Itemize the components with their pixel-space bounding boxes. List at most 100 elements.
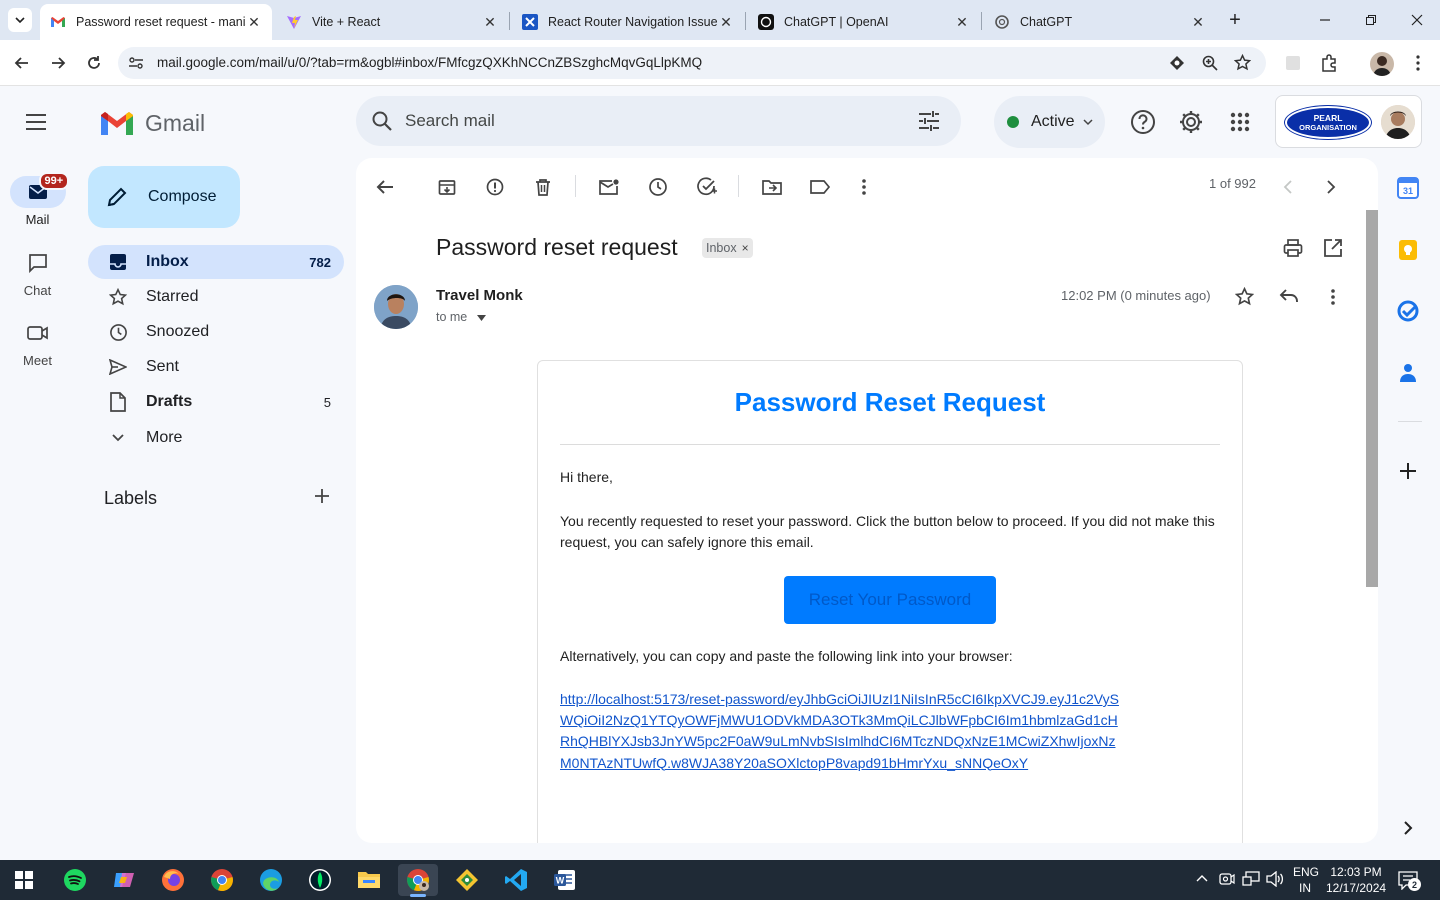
newer-button[interactable] <box>1275 174 1301 200</box>
nav-sent[interactable]: Sent <box>88 350 344 384</box>
open-new-window-button[interactable] <box>1323 238 1343 258</box>
get-addons-button[interactable] <box>1396 459 1420 483</box>
main-menu-button[interactable] <box>24 112 48 132</box>
nav-snoozed[interactable]: Snoozed <box>88 315 344 349</box>
tab-gmail[interactable]: Password reset request - manis ✕ <box>40 4 272 40</box>
recipient-details[interactable]: to me <box>436 310 486 324</box>
address-bar[interactable]: mail.google.com/mail/u/0/?tab=rm&ogbl#in… <box>118 47 1266 79</box>
tab-chatgpt-openai[interactable]: ChatGPT | OpenAI ✕ <box>748 4 980 40</box>
older-button[interactable] <box>1318 174 1344 200</box>
hide-side-panel-button[interactable] <box>1396 816 1420 840</box>
language-indicator[interactable]: ENG IN <box>1293 864 1319 896</box>
extension-puzzle-grey-icon[interactable] <box>1282 52 1304 74</box>
search-input[interactable]: Search mail <box>405 111 495 131</box>
tab-close-icon[interactable]: ✕ <box>1190 14 1206 31</box>
google-apps-button[interactable] <box>1225 107 1255 137</box>
notification-center[interactable]: 2 <box>1398 870 1421 891</box>
compose-label: Compose <box>148 188 217 205</box>
rail-chat[interactable]: Chat <box>0 247 75 298</box>
rail-mail[interactable]: 99+ Mail <box>0 172 75 227</box>
show-hidden-icons[interactable] <box>1196 874 1208 882</box>
taskbar-file-explorer[interactable] <box>349 864 389 896</box>
extensions-icon[interactable] <box>1318 52 1340 74</box>
taskbar-chrome-active[interactable] <box>398 864 438 897</box>
profile-avatar[interactable] <box>1370 52 1394 76</box>
extension-icon[interactable] <box>1169 55 1185 71</box>
move-to-button[interactable] <box>759 174 785 200</box>
search-options-icon[interactable] <box>918 111 940 131</box>
print-button[interactable] <box>1283 238 1303 258</box>
snooze-button[interactable] <box>645 174 671 200</box>
taskbar-firefox[interactable] <box>153 864 193 896</box>
reply-button[interactable] <box>1279 288 1299 304</box>
remove-label-icon[interactable]: × <box>742 241 749 255</box>
taskbar-chrome[interactable] <box>202 864 242 896</box>
back-button[interactable] <box>11 52 33 74</box>
settings-button[interactable] <box>1176 107 1206 137</box>
reload-button[interactable] <box>83 52 105 74</box>
taskbar-git[interactable] <box>447 864 487 896</box>
labels-button[interactable] <box>807 174 833 200</box>
archive-button[interactable] <box>434 174 460 200</box>
network-tray[interactable] <box>1242 871 1260 887</box>
browser-menu-icon[interactable] <box>1407 52 1429 74</box>
minimize-button[interactable] <box>1310 8 1340 32</box>
sender-name[interactable]: Travel Monk <box>436 287 523 304</box>
scrollbar-thumb[interactable] <box>1366 210 1378 587</box>
calendar-app-button[interactable]: 31 <box>1396 176 1420 200</box>
start-button[interactable] <box>4 864 44 896</box>
support-button[interactable] <box>1128 107 1158 137</box>
tab-vite[interactable]: Vite + React ✕ <box>276 4 508 40</box>
nav-more[interactable]: More <box>88 421 344 455</box>
contacts-app-button[interactable] <box>1396 361 1420 385</box>
reset-password-button[interactable]: Reset Your Password <box>784 576 996 624</box>
close-window-button[interactable] <box>1402 8 1432 32</box>
back-to-inbox-button[interactable] <box>372 174 398 200</box>
add-to-tasks-button[interactable] <box>694 174 720 200</box>
delete-button[interactable] <box>530 174 556 200</box>
restore-icon <box>1366 15 1376 25</box>
nav-drafts[interactable]: Drafts 5 <box>88 385 344 419</box>
keep-app-button[interactable] <box>1396 238 1420 262</box>
sender-avatar[interactable] <box>374 285 418 329</box>
search-icon[interactable] <box>371 110 393 132</box>
report-spam-button[interactable] <box>482 174 508 200</box>
tab-close-icon[interactable]: ✕ <box>718 14 734 31</box>
maximize-button[interactable] <box>1356 8 1386 32</box>
more-actions-button[interactable] <box>851 174 877 200</box>
tasks-app-button[interactable] <box>1396 299 1420 323</box>
new-tab-button[interactable]: + <box>1220 8 1250 32</box>
taskbar-copilot[interactable] <box>104 864 144 896</box>
tab-chatgpt[interactable]: ChatGPT ✕ <box>984 4 1216 40</box>
meet-now-tray[interactable] <box>1219 871 1235 887</box>
mark-unread-button[interactable] <box>596 174 622 200</box>
account-switcher[interactable]: PEARL ORGANISATION <box>1275 95 1422 148</box>
compose-button[interactable]: Compose <box>88 166 240 228</box>
nav-starred[interactable]: Starred <box>88 280 344 314</box>
taskbar-mongodb-compass[interactable] <box>300 864 340 896</box>
tab-close-icon[interactable]: ✕ <box>246 14 262 31</box>
taskbar-word[interactable]: W <box>545 864 585 896</box>
tab-close-icon[interactable]: ✕ <box>954 14 970 31</box>
star-email-button[interactable] <box>1235 287 1254 306</box>
taskbar-edge[interactable] <box>251 864 291 896</box>
create-label-button[interactable] <box>314 488 330 504</box>
volume-tray[interactable] <box>1266 871 1284 887</box>
clock[interactable]: 12:03 PM 12/17/2024 <box>1326 864 1386 896</box>
message-more-button[interactable] <box>1331 289 1335 305</box>
tab-close-icon[interactable]: ✕ <box>482 14 498 31</box>
status-selector[interactable]: Active <box>994 96 1105 148</box>
tab-react-router[interactable]: React Router Navigation Issue | ✕ <box>512 4 744 40</box>
taskbar-spotify[interactable] <box>55 864 95 896</box>
forward-button[interactable] <box>47 52 69 74</box>
gmail-logo[interactable]: Gmail <box>99 109 205 137</box>
tab-search-button[interactable] <box>8 8 32 32</box>
site-info-icon[interactable] <box>128 55 144 71</box>
zoom-icon[interactable] <box>1202 55 1218 71</box>
nav-inbox[interactable]: Inbox 782 <box>88 245 344 279</box>
rail-meet[interactable]: Meet <box>0 317 75 368</box>
reset-password-link[interactable]: http://localhost:5173/reset-password/eyJ… <box>560 689 1120 774</box>
search-bar[interactable]: Search mail <box>356 96 961 146</box>
bookmark-star-icon[interactable] <box>1234 54 1251 71</box>
taskbar-vscode[interactable] <box>496 864 536 896</box>
